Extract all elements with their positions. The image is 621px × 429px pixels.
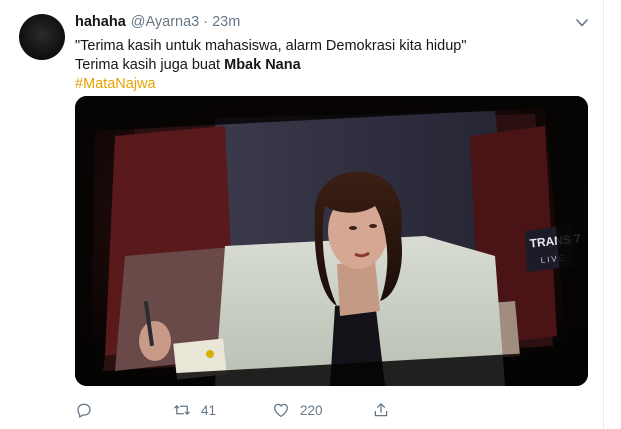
- tweet[interactable]: hahaha @Ayarna3 · 23m "Terima kasih untu…: [0, 0, 604, 429]
- user-handle[interactable]: @Ayarna3: [131, 14, 199, 30]
- retweet-button[interactable]: 41: [173, 399, 216, 421]
- display-name[interactable]: hahaha: [75, 14, 126, 30]
- tweet-text-line-2-prefix: Terima kasih juga buat: [75, 57, 225, 73]
- tweet-actions: 41 220: [75, 399, 595, 423]
- timestamp[interactable]: 23m: [212, 14, 240, 30]
- tweet-text-line-1: "Terima kasih untuk mahasiswa, alarm Dem…: [75, 38, 467, 54]
- tweet-text-line-2: Terima kasih juga buat Mbak Nana: [75, 56, 575, 75]
- like-button[interactable]: 220: [272, 399, 323, 421]
- avatar[interactable]: [19, 14, 65, 60]
- tweet-header: hahaha @Ayarna3 · 23m: [75, 14, 240, 34]
- separator-dot: ·: [203, 14, 209, 30]
- hashtag-link[interactable]: #MataNajwa: [75, 75, 575, 94]
- mention-name: Mbak Nana: [224, 57, 301, 73]
- tweet-text: "Terima kasih untuk mahasiswa, alarm Dem…: [75, 37, 575, 94]
- tweet-media-image[interactable]: TRANS 7 LIVE: [75, 96, 588, 386]
- tv-screen-photo: TRANS 7 LIVE: [75, 96, 588, 386]
- reply-icon: [77, 403, 91, 418]
- reply-button[interactable]: [75, 399, 93, 421]
- scroll-gutter: [604, 0, 621, 429]
- chevron-down-icon[interactable]: [575, 17, 589, 29]
- share-icon: [374, 403, 388, 417]
- share-button[interactable]: [372, 399, 390, 421]
- heart-icon: [273, 403, 289, 418]
- like-count: 220: [300, 402, 323, 418]
- retweet-count: 41: [201, 402, 217, 418]
- retweet-icon: [174, 405, 190, 415]
